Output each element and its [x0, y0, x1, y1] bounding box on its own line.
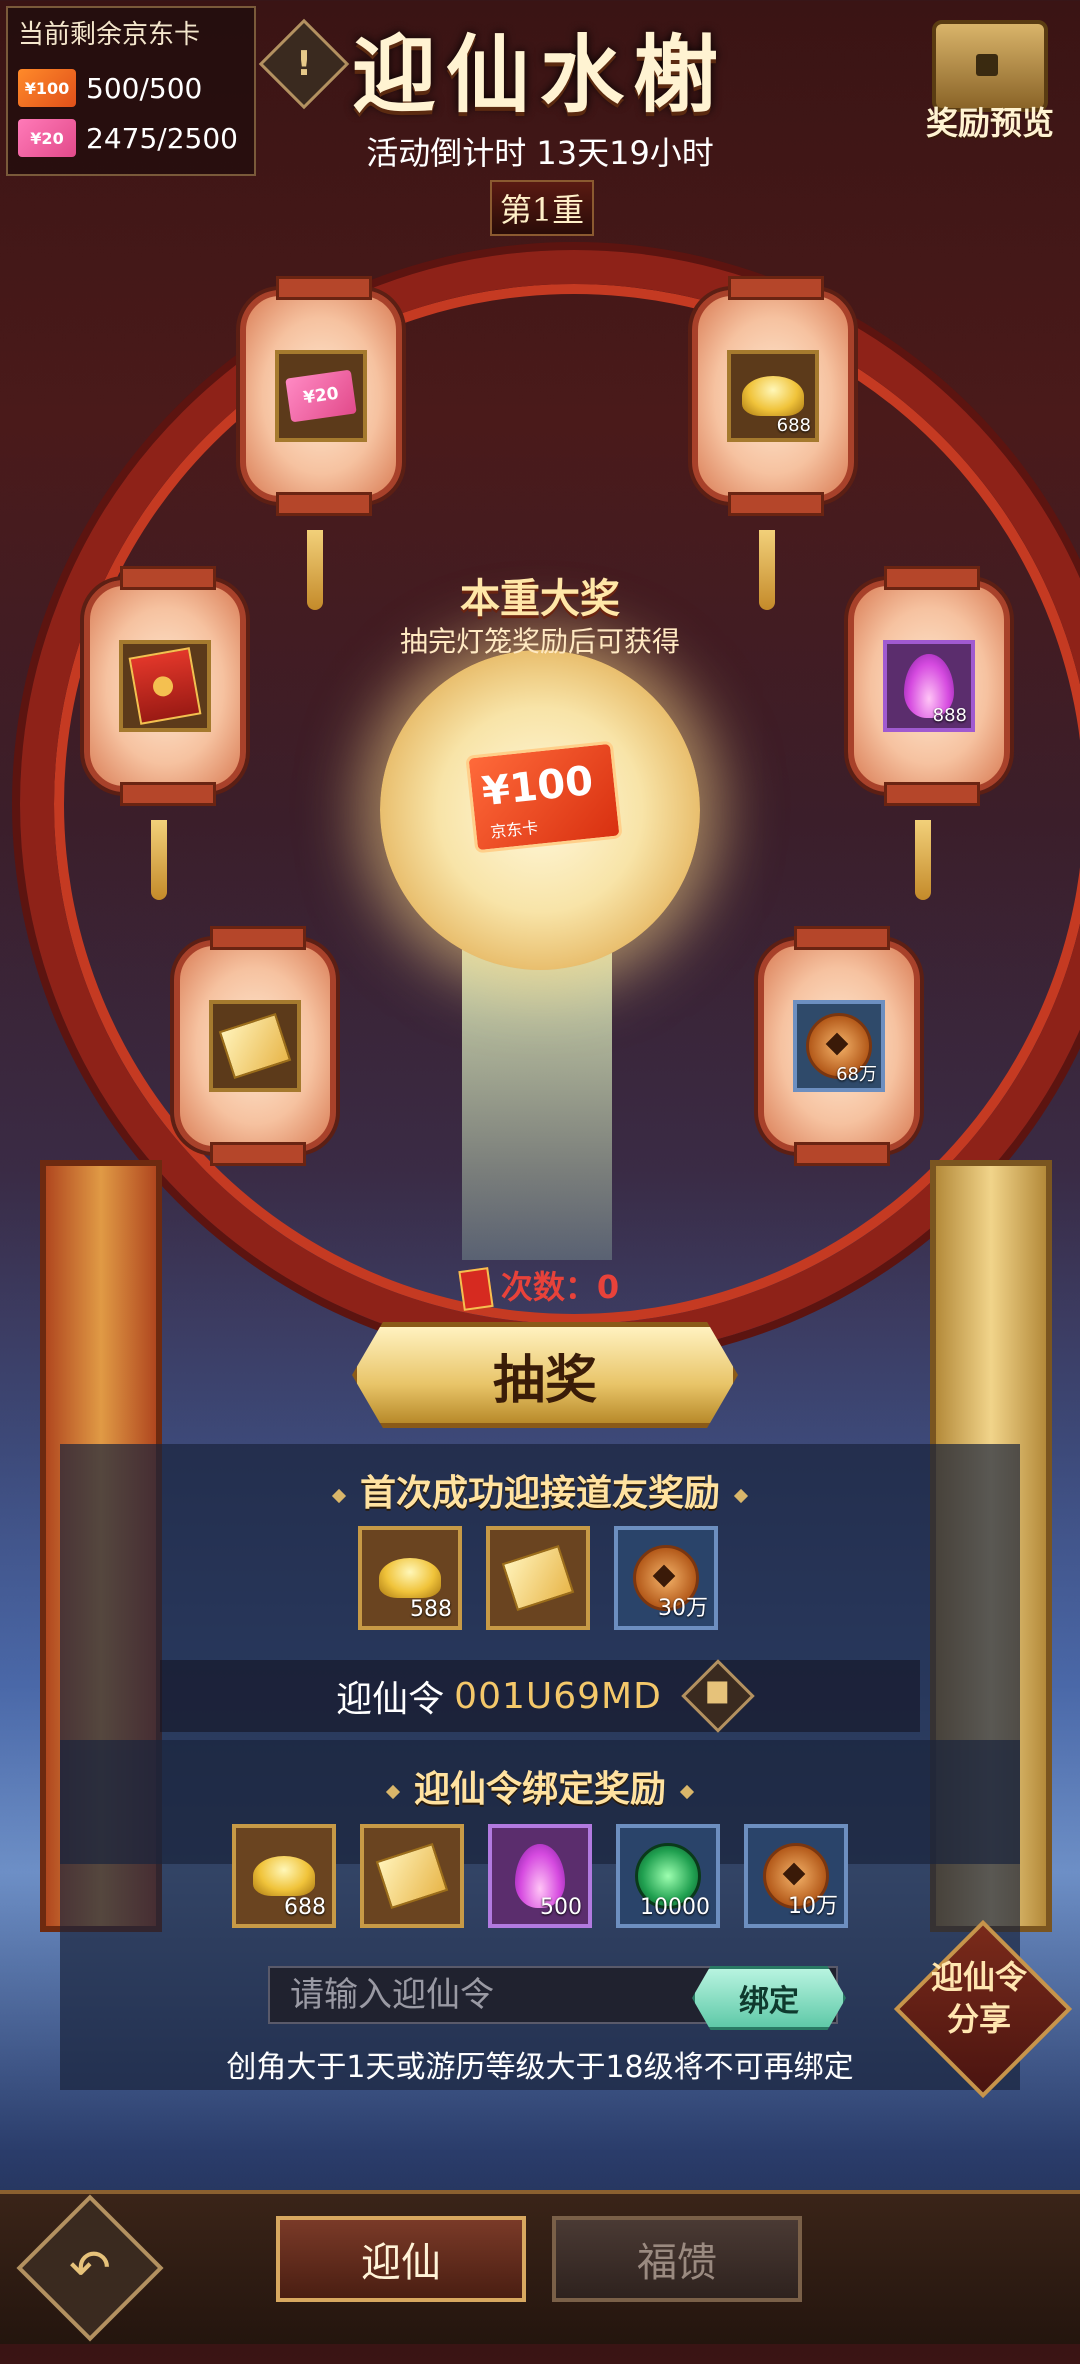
reward-qty: 30万	[658, 1596, 708, 1621]
lantern-slot: ¥20	[275, 350, 367, 442]
diamond-icon	[733, 1488, 749, 1504]
tier-label: 第1重	[490, 180, 594, 236]
lantern-5[interactable]	[174, 926, 336, 1166]
prize-card-name: 京东卡	[489, 817, 540, 842]
invite-code-input[interactable]	[288, 1974, 692, 2016]
lantern-tassel	[915, 820, 931, 900]
reward-qty: 10000	[640, 1895, 710, 1920]
draw-count-text: 次数：0	[500, 1268, 620, 1306]
lantern-cap	[120, 782, 216, 806]
bind-reward-title-text: 迎仙令绑定奖励	[413, 1768, 666, 1810]
lantern-slot	[209, 1000, 301, 1092]
bind-reward-item[interactable]	[360, 1824, 464, 1928]
reward-qty: 588	[410, 1597, 452, 1622]
lantern-qty: 68万	[836, 1064, 877, 1085]
lantern-cap	[210, 926, 306, 950]
invite-code-value: 001U69MD	[454, 1675, 662, 1717]
draw-button[interactable]: 抽奖	[352, 1322, 738, 1428]
reward-qty: 688	[284, 1895, 326, 1920]
lantern-6[interactable]: 68万	[758, 926, 920, 1166]
bind-reward-item[interactable]: 10000	[616, 1824, 720, 1928]
lantern-qty: 888	[932, 705, 967, 726]
lantern-slot: 688	[727, 350, 819, 442]
back-arrow-icon: ↶	[69, 2239, 111, 2297]
grand-prize-title: 本重大奖	[460, 575, 620, 622]
invite-code-row: 迎仙令 001U69MD	[160, 1659, 920, 1733]
tab-rewards[interactable]: 福馈	[552, 2216, 802, 2302]
lantern-cap	[728, 492, 824, 516]
lantern-1[interactable]: ¥20	[240, 276, 402, 516]
light-beam	[462, 930, 612, 1260]
grand-prize-subtitle: 抽完灯笼奖励后可获得	[399, 625, 680, 658]
gold-paper-icon	[218, 1012, 292, 1080]
red-envelope-icon	[458, 1267, 494, 1311]
diamond-icon	[331, 1488, 347, 1504]
lantern-cap	[276, 276, 372, 300]
lantern-cap	[210, 1142, 306, 1166]
gold-paper-icon	[375, 1842, 449, 1910]
lantern-cap	[276, 492, 372, 516]
lantern-slot: 68万	[793, 1000, 885, 1092]
bind-reward-item[interactable]: 688	[232, 1824, 336, 1928]
lantern-2[interactable]: 688	[692, 276, 854, 516]
diamond-icon	[385, 1784, 401, 1800]
reward-qty: 500	[540, 1895, 582, 1920]
copy-icon	[707, 1681, 728, 1704]
prize-card-value: ¥100	[479, 757, 596, 816]
first-reward-item[interactable]	[486, 1526, 590, 1630]
first-reward-item[interactable]: 30万	[614, 1526, 718, 1630]
lantern-cap	[794, 926, 890, 950]
first-reward-title-text: 首次成功迎接道友奖励	[359, 1472, 720, 1514]
bind-reward-title: 迎仙令绑定奖励	[0, 1760, 1080, 1812]
bind-reward-item[interactable]: 500	[488, 1824, 592, 1928]
lantern-cap	[884, 782, 980, 806]
bind-button[interactable]: 绑定	[692, 1966, 846, 2030]
reward-qty: 10万	[788, 1894, 838, 1919]
lantern-tassel	[151, 820, 167, 900]
pink-card-icon: ¥20	[285, 369, 357, 423]
gold-ingot-icon	[379, 1558, 441, 1598]
copy-code-button[interactable]	[681, 1659, 755, 1733]
gold-ingot-icon	[742, 376, 804, 416]
gold-ingot-icon	[253, 1856, 315, 1896]
invite-code-label: 迎仙令	[336, 1679, 445, 1720]
bind-reward-item[interactable]: 10万	[744, 1824, 848, 1928]
draw-count: 次数：0	[0, 1262, 1080, 1311]
bind-note: 创角大于1天或游历等级大于18级将不可再绑定	[226, 2050, 854, 2085]
lantern-cap	[728, 276, 824, 300]
lantern-cap	[794, 1142, 890, 1166]
gold-paper-icon	[501, 1544, 575, 1612]
tab-welcome[interactable]: 迎仙	[276, 2216, 526, 2302]
lantern-qty: 688	[776, 415, 811, 436]
jd-card-100-prize-icon: ¥100 京东卡	[465, 740, 623, 854]
first-reward-item[interactable]: 588	[358, 1526, 462, 1630]
diamond-icon	[679, 1784, 695, 1800]
reward-preview-label[interactable]: 奖励预览	[900, 98, 1080, 144]
first-reward-title: 首次成功迎接道友奖励	[0, 1464, 1080, 1516]
